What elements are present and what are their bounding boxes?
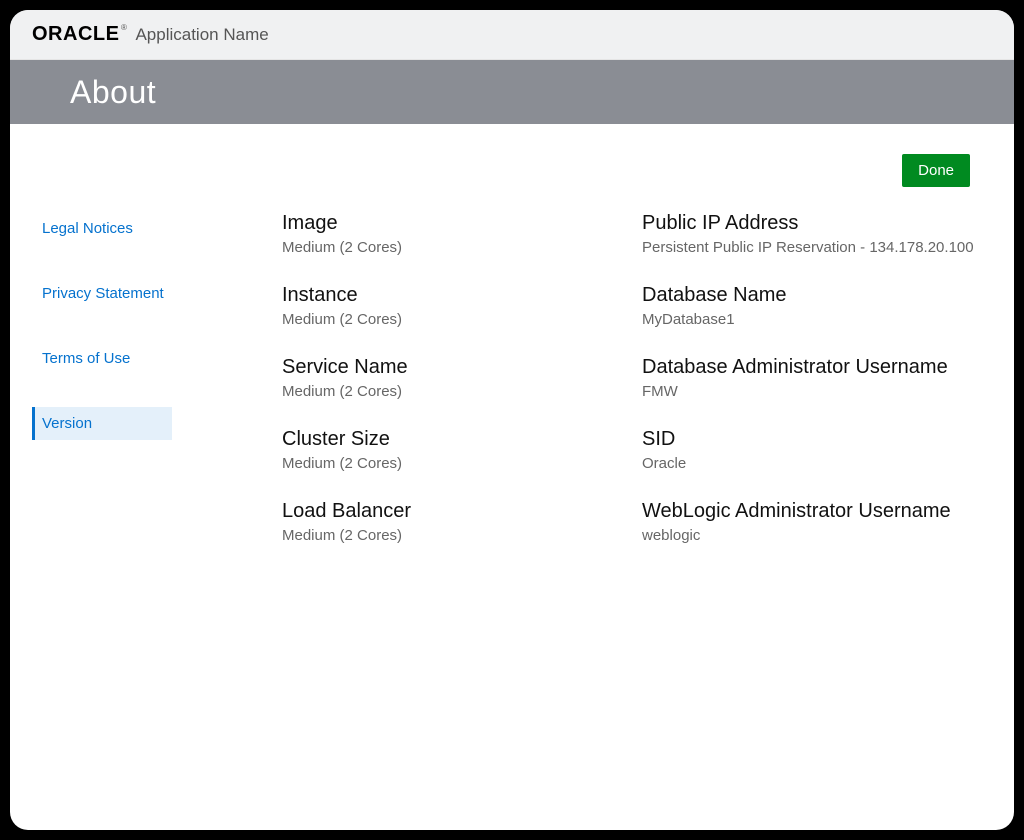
field-load-balancer: Load Balancer Medium (2 Cores) — [282, 500, 582, 544]
oracle-logo: ORACLE — [32, 23, 125, 46]
field-db-admin-username: Database Administrator Username FMW — [642, 356, 982, 400]
details-column-left: Image Medium (2 Cores) Instance Medium (… — [282, 212, 582, 572]
field-weblogic-admin-username: WebLogic Administrator Username weblogic — [642, 500, 982, 544]
app-window: ORACLE Application Name About Done Legal… — [10, 10, 1014, 830]
field-value: weblogic — [642, 527, 982, 544]
page-title: About — [70, 74, 156, 111]
field-value: Medium (2 Cores) — [282, 527, 582, 544]
field-public-ip: Public IP Address Persistent Public IP R… — [642, 212, 982, 256]
details-panel: Image Medium (2 Cores) Instance Medium (… — [282, 154, 992, 572]
content-area: Done Legal Notices Privacy Statement Ter… — [10, 124, 1014, 572]
field-label: Image — [282, 212, 582, 235]
field-value: Medium (2 Cores) — [282, 383, 582, 400]
field-cluster-size: Cluster Size Medium (2 Cores) — [282, 428, 582, 472]
sidebar-item-legal-notices[interactable]: Legal Notices — [32, 212, 282, 245]
field-label: Database Administrator Username — [642, 356, 982, 379]
page-banner: About — [10, 60, 1014, 124]
field-service-name: Service Name Medium (2 Cores) — [282, 356, 582, 400]
field-value: Oracle — [642, 455, 982, 472]
field-value: FMW — [642, 383, 982, 400]
field-sid: SID Oracle — [642, 428, 982, 472]
done-button[interactable]: Done — [902, 154, 970, 187]
field-label: SID — [642, 428, 982, 451]
app-name: Application Name — [135, 25, 268, 45]
field-label: Load Balancer — [282, 500, 582, 523]
field-value: MyDatabase1 — [642, 311, 982, 328]
sidebar: Legal Notices Privacy Statement Terms of… — [32, 154, 282, 572]
brand-bar: ORACLE Application Name — [10, 10, 1014, 60]
field-value: Medium (2 Cores) — [282, 311, 582, 328]
field-label: WebLogic Administrator Username — [642, 500, 982, 523]
field-value: Medium (2 Cores) — [282, 455, 582, 472]
field-value: Persistent Public IP Reservation - 134.1… — [642, 239, 982, 256]
field-label: Instance — [282, 284, 582, 307]
field-label: Public IP Address — [642, 212, 982, 235]
field-label: Database Name — [642, 284, 982, 307]
sidebar-item-version[interactable]: Version — [32, 407, 172, 440]
sidebar-item-privacy-statement[interactable]: Privacy Statement — [32, 277, 282, 310]
field-database-name: Database Name MyDatabase1 — [642, 284, 982, 328]
details-column-right: Public IP Address Persistent Public IP R… — [642, 212, 982, 572]
sidebar-item-terms-of-use[interactable]: Terms of Use — [32, 342, 282, 375]
field-image: Image Medium (2 Cores) — [282, 212, 582, 256]
field-instance: Instance Medium (2 Cores) — [282, 284, 582, 328]
field-label: Service Name — [282, 356, 582, 379]
field-value: Medium (2 Cores) — [282, 239, 582, 256]
field-label: Cluster Size — [282, 428, 582, 451]
